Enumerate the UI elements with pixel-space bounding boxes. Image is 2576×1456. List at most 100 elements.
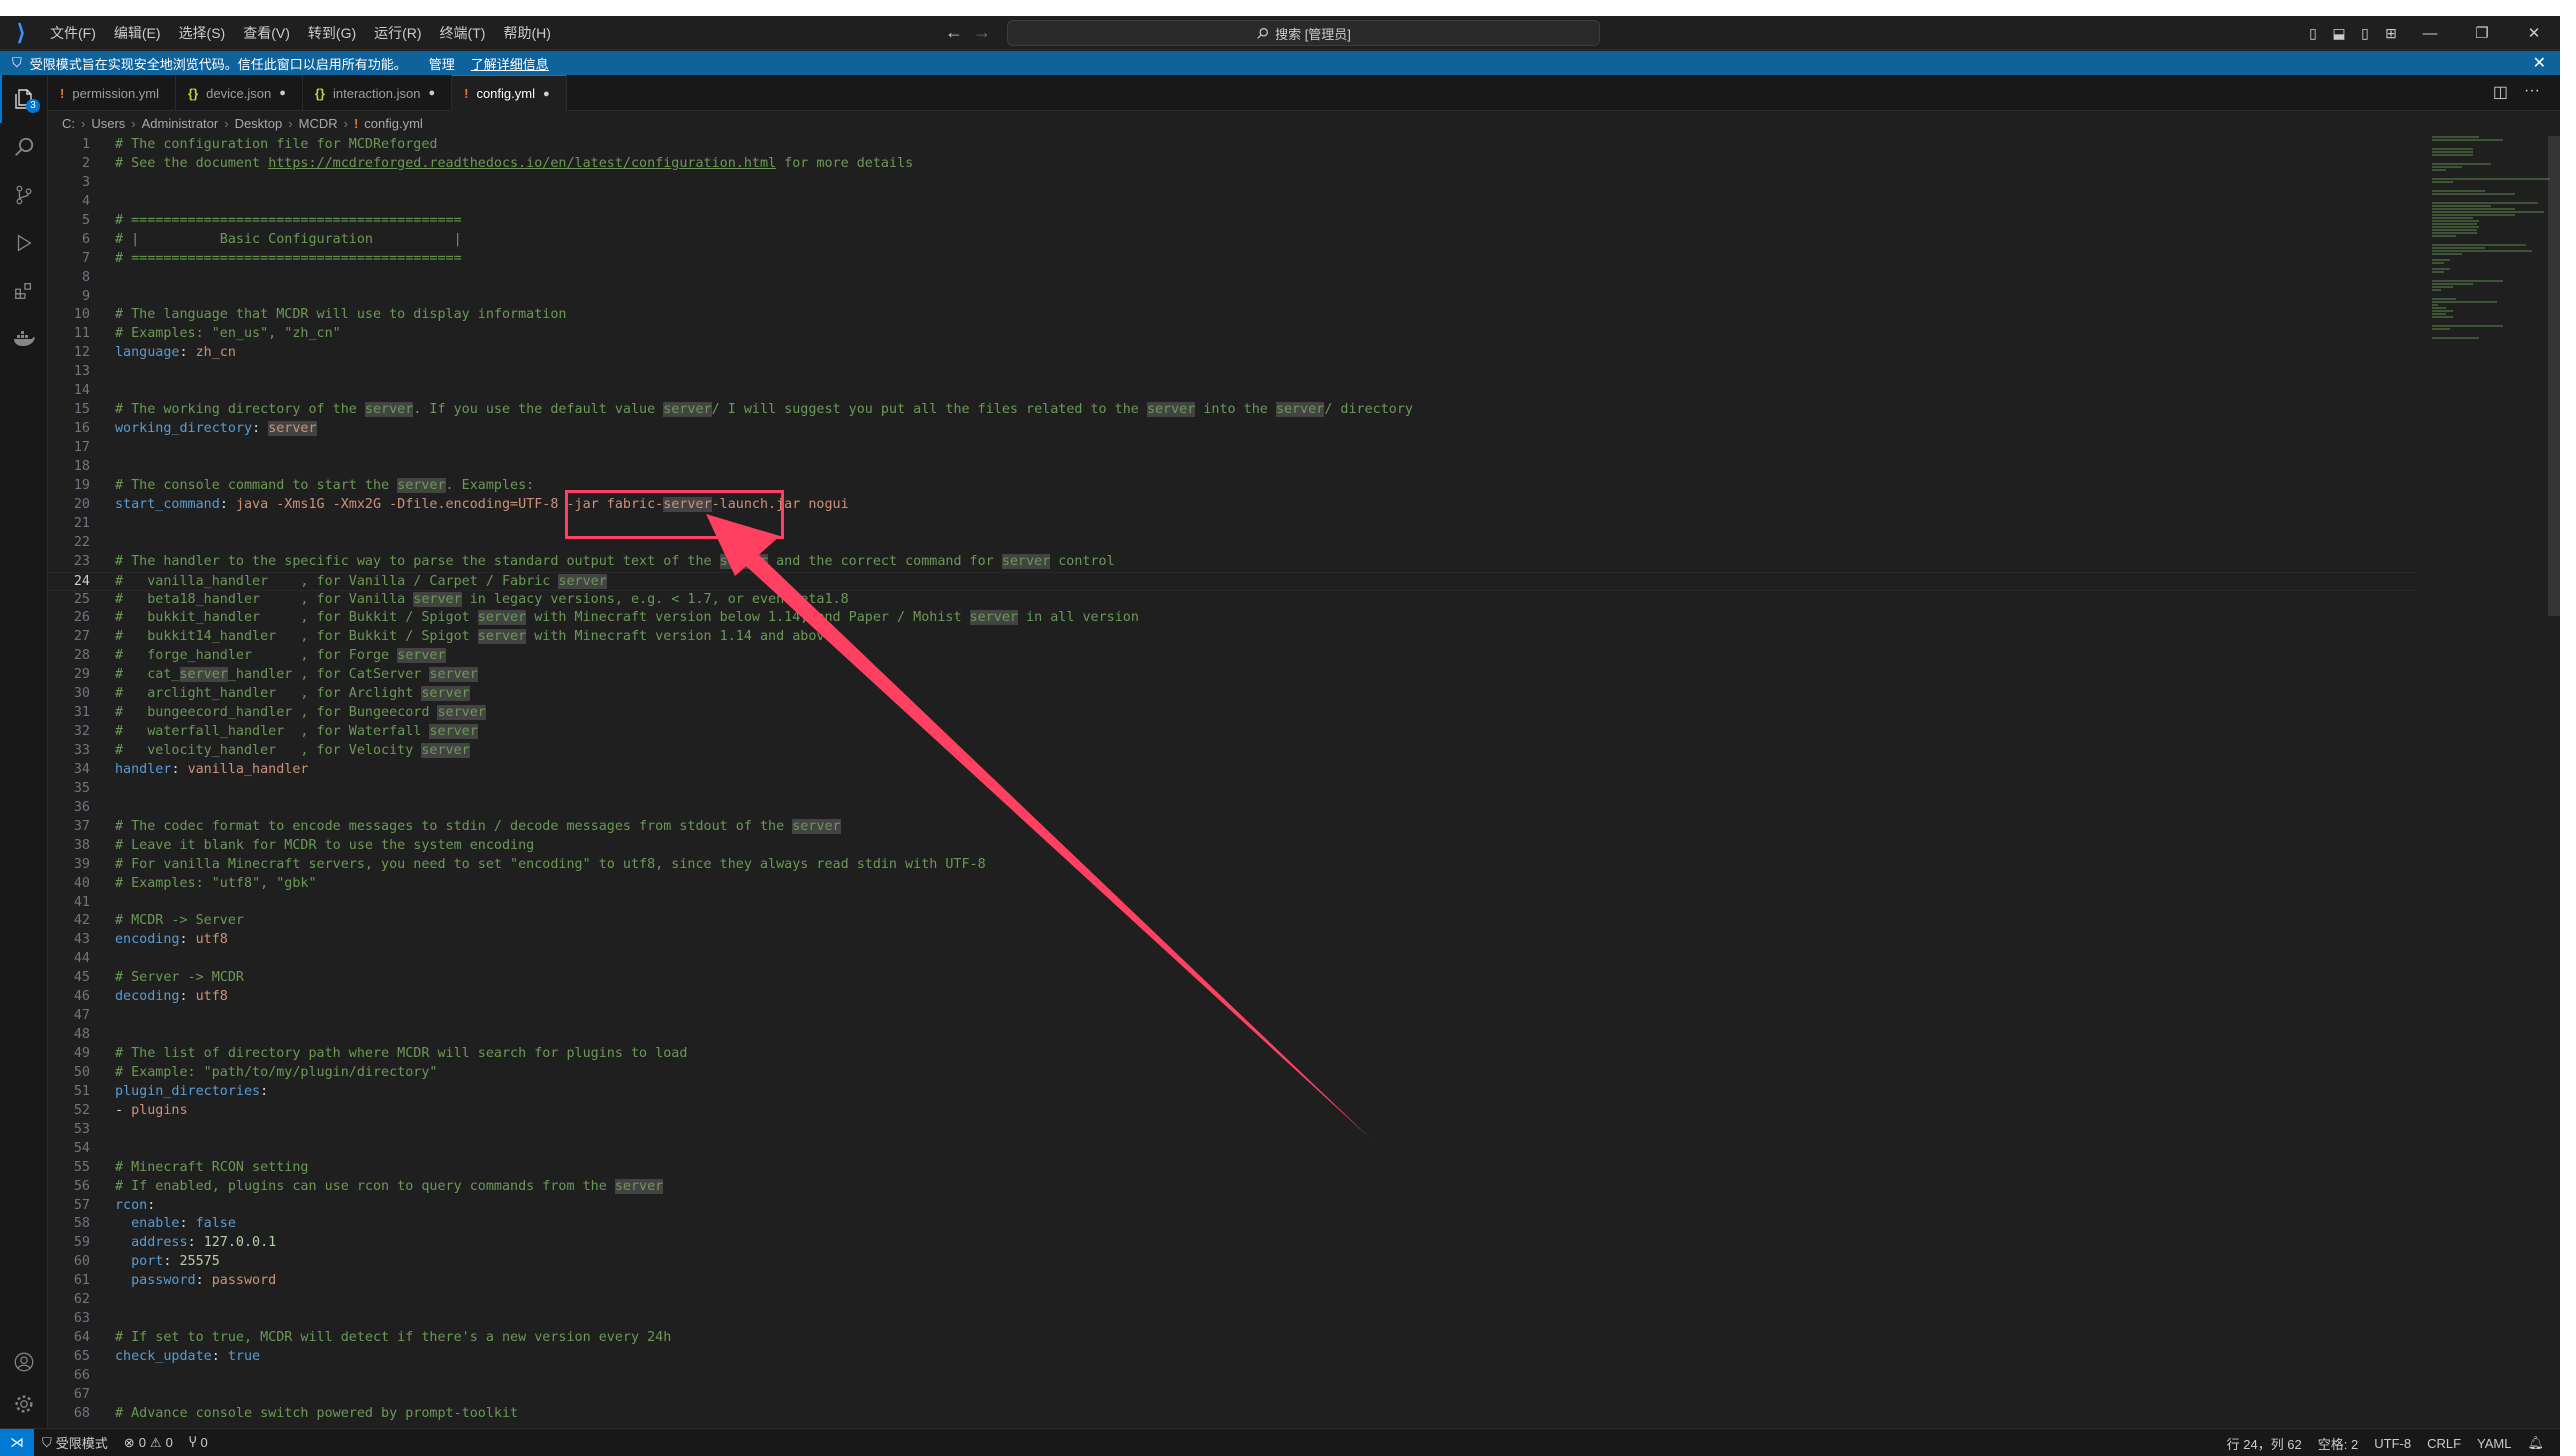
code-line: 5 # =====================================…	[81, 212, 462, 228]
file-encoding[interactable]: UTF-8	[2366, 1436, 2419, 1451]
code-line: 58 enable: false	[73, 1216, 236, 1232]
source-control-icon[interactable]	[0, 171, 48, 219]
explorer-badge: 3	[26, 99, 40, 113]
go-back-icon[interactable]: ←	[945, 22, 963, 43]
toggle-panel-icon[interactable]: ⬓	[2326, 16, 2352, 50]
command-center-search[interactable]: 搜索 [管理员]	[1007, 20, 1600, 46]
tab-device-json[interactable]: {} device.json ●	[176, 75, 303, 111]
menu-terminal[interactable]: 终端(T)	[432, 19, 494, 47]
chevron-right-icon: ›	[343, 115, 348, 131]
unsaved-dot-icon[interactable]: ●	[543, 88, 550, 100]
menu-file[interactable]: 文件(F)	[42, 19, 104, 47]
language-mode[interactable]: YAML	[2469, 1436, 2519, 1451]
explorer-icon[interactable]: 3	[0, 75, 48, 123]
menu-go[interactable]: 转到(G)	[300, 19, 364, 47]
end-of-line[interactable]: CRLF	[2419, 1436, 2469, 1451]
minimap-line	[2432, 280, 2503, 282]
menu-help[interactable]: 帮助(H)	[495, 19, 558, 47]
banner-close-icon[interactable]: ✕	[2533, 53, 2546, 73]
breadcrumb-item[interactable]: C:	[62, 116, 75, 131]
code-line: 47	[73, 1008, 90, 1024]
minimap-line	[2432, 304, 2438, 306]
code-line: 48	[73, 1027, 90, 1043]
minimap-line	[2432, 301, 2497, 303]
yaml-file-icon: !	[353, 115, 359, 131]
code-line: 30 # arclight_handler , for Arclight serv…	[73, 686, 470, 702]
menu-run[interactable]: 运行(R)	[366, 19, 429, 47]
breadcrumb-item[interactable]: Users	[91, 116, 125, 131]
more-actions-icon[interactable]: ···	[2524, 82, 2540, 102]
restricted-mode-status[interactable]: ⛉ 受限模式	[34, 1433, 116, 1452]
docs-link[interactable]: https://mcdreforged.readthedocs.io/en/la…	[268, 156, 776, 171]
split-editor-icon[interactable]: ◫	[2493, 82, 2508, 102]
breadcrumb: C: › Users › Administrator › Desktop › MCDR ›…	[62, 112, 423, 134]
toggle-primary-sidebar-icon[interactable]: ▯	[2300, 16, 2326, 50]
go-forward-icon[interactable]: →	[973, 22, 991, 43]
tab-label: permission.yml	[72, 85, 160, 101]
indentation[interactable]: 空格: 2	[2310, 1434, 2366, 1453]
minimap-line	[2432, 166, 2462, 168]
minimap-line	[2432, 202, 2539, 204]
code-line: 59 address: 127.0.0.1	[73, 1235, 277, 1251]
close-icon[interactable]: ✕	[2508, 16, 2560, 50]
code-editor[interactable]: 1 # The configuration file for MCDReforge…	[48, 136, 2418, 1428]
unsaved-dot-icon[interactable]: ●	[279, 87, 286, 99]
breadcrumb-item[interactable]: Administrator	[142, 116, 219, 131]
code-line: 60 port: 25575	[73, 1254, 220, 1270]
notifications-bell-icon[interactable]: 🔔︎	[2519, 1435, 2552, 1451]
breadcrumb-item[interactable]: config.yml	[364, 116, 423, 131]
shield-icon: ⛉	[42, 1434, 52, 1450]
run-debug-icon[interactable]	[0, 219, 48, 267]
code-line: 39 # For vanilla Minecraft servers, you n…	[73, 856, 986, 872]
cursor-position[interactable]: 行 24，列 62	[2219, 1434, 2310, 1453]
toggle-secondary-sidebar-icon[interactable]: ▯	[2352, 16, 2378, 50]
code-line: 67	[73, 1386, 90, 1402]
code-line: 42 # MCDR -> Server	[73, 913, 244, 929]
menu-view[interactable]: 查看(V)	[235, 19, 298, 47]
code-line: 27 # bukkit14_handler , for Bukkit / Spig…	[73, 629, 833, 645]
minimap-line	[2432, 283, 2474, 285]
ports-status[interactable]: Ⴤ0	[181, 1435, 216, 1451]
settings-gear-icon[interactable]	[0, 1380, 48, 1428]
vertical-scrollbar[interactable]	[2548, 136, 2560, 1428]
tab-permission-yml[interactable]: ! permission.yml	[48, 75, 177, 111]
customize-layout-icon[interactable]: ⊞	[2378, 16, 2404, 50]
minimize-icon[interactable]: —	[2404, 16, 2456, 50]
yaml-file-icon: !	[60, 85, 65, 101]
docker-icon[interactable]	[0, 315, 48, 363]
current-code-line: 24 # vanilla_handler , for Vanilla / Carp…	[48, 571, 2418, 591]
code-line: 41	[73, 894, 90, 910]
code-line: 52- plugins	[73, 1102, 188, 1118]
remote-indicator-icon[interactable]: ⋊	[0, 1428, 34, 1456]
code-line: 1 # The configuration file for MCDReforge…	[81, 137, 438, 152]
tab-interaction-json[interactable]: {} interaction.json ●	[303, 75, 453, 111]
problems-status[interactable]: ⊗ 0 ⚠ 0	[116, 1435, 181, 1451]
tab-config-yml[interactable]: ! config.yml ●	[452, 75, 567, 111]
minimap[interactable]	[2432, 136, 2550, 416]
json-file-icon: {}	[314, 85, 325, 101]
code-line: 63	[73, 1311, 90, 1327]
accounts-icon[interactable]	[0, 1338, 48, 1386]
banner-learn-more-link[interactable]: 了解详细信息	[471, 54, 549, 73]
breadcrumb-item[interactable]: MCDR	[299, 116, 338, 131]
extensions-icon[interactable]	[0, 267, 48, 315]
banner-manage-link[interactable]: 管理	[429, 54, 455, 73]
code-line: 25 # beta18_handler , for Vanilla server …	[73, 591, 849, 607]
code-line: 36	[73, 799, 90, 815]
breadcrumb-item[interactable]: Desktop	[235, 116, 283, 131]
menu-selection[interactable]: 选择(S)	[171, 19, 234, 47]
code-line: 20 start_command: java -Xms1G -Xmx2G -Dfi…	[73, 496, 849, 512]
editor-tabs: ! permission.yml {} device.json ● {} int…	[48, 75, 2560, 111]
menu-edit[interactable]: 编辑(E)	[106, 19, 169, 47]
scrollbar-thumb[interactable]	[2548, 136, 2560, 616]
code-line: 29 # cat_server_handler , for CatServer s…	[73, 667, 478, 683]
code-line: 33 # velocity_handler , for Velocity serv…	[73, 743, 470, 758]
code-line: 49 # The list of directory path where MCD…	[73, 1046, 688, 1061]
command-center-label: 搜索 [管理员]	[1275, 26, 1351, 42]
restore-icon[interactable]: ❐	[2456, 16, 2508, 50]
minimap-line	[2432, 235, 2456, 237]
minimap-line	[2432, 259, 2450, 261]
search-view-icon[interactable]	[0, 123, 48, 171]
unsaved-dot-icon[interactable]: ●	[428, 87, 435, 99]
code-line: 8	[81, 269, 90, 285]
